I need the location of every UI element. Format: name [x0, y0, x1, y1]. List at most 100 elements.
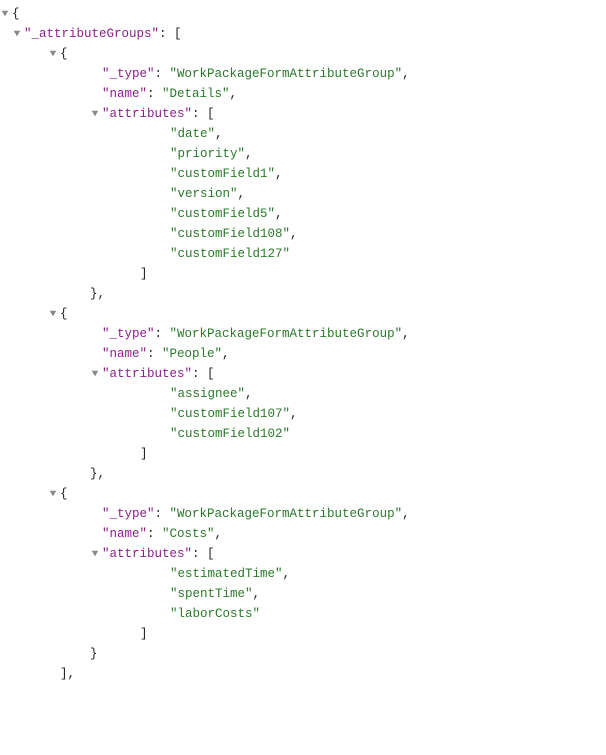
json-line: {: [0, 4, 606, 24]
json-line: "attributes": [: [0, 544, 606, 564]
json-punct: ]: [140, 624, 148, 644]
json-key: "name": [102, 344, 147, 364]
disclosure-triangle-icon[interactable]: [48, 490, 58, 498]
json-line: "name": "Details",: [0, 84, 606, 104]
json-punct: :: [147, 344, 162, 364]
json-punct: }: [90, 464, 98, 484]
json-string: "estimatedTime": [170, 564, 283, 584]
json-line: "_type": "WorkPackageFormAttributeGroup"…: [0, 504, 606, 524]
json-line: {: [0, 484, 606, 504]
json-punct: ,: [98, 284, 106, 304]
json-string: "WorkPackageFormAttributeGroup": [170, 324, 403, 344]
json-line: "customField5",: [0, 204, 606, 224]
json-punct: ,: [245, 144, 253, 164]
json-line: ]: [0, 624, 606, 644]
json-line: "customField127": [0, 244, 606, 264]
json-punct: :: [155, 504, 170, 524]
disclosure-triangle-icon[interactable]: [90, 370, 100, 378]
json-line: },: [0, 464, 606, 484]
json-punct: :: [155, 64, 170, 84]
disclosure-triangle-icon[interactable]: [12, 30, 22, 38]
json-punct: : [: [192, 104, 215, 124]
json-key: "name": [102, 84, 147, 104]
json-punct: ,: [98, 464, 106, 484]
json-string: "version": [170, 184, 238, 204]
json-line: "estimatedTime",: [0, 564, 606, 584]
json-line: "attributes": [: [0, 364, 606, 384]
json-punct: ]: [140, 444, 148, 464]
json-key: "_type": [102, 64, 155, 84]
disclosure-triangle-icon[interactable]: [90, 110, 100, 118]
json-punct: ,: [245, 384, 253, 404]
json-line: "version",: [0, 184, 606, 204]
disclosure-triangle-icon[interactable]: [48, 310, 58, 318]
json-line: {: [0, 44, 606, 64]
json-punct: {: [12, 4, 20, 24]
json-punct: ,: [253, 584, 261, 604]
json-line: "name": "People",: [0, 344, 606, 364]
json-key: "attributes": [102, 364, 192, 384]
json-punct: ,: [290, 404, 298, 424]
json-line: ],: [0, 664, 606, 684]
disclosure-triangle-icon[interactable]: [90, 550, 100, 558]
json-line: ]: [0, 264, 606, 284]
json-punct: ,: [402, 64, 410, 84]
json-key: "attributes": [102, 104, 192, 124]
json-string: "date": [170, 124, 215, 144]
json-string: "customField1": [170, 164, 275, 184]
json-punct: ],: [60, 664, 75, 684]
json-string: "customField102": [170, 424, 290, 444]
json-punct: ,: [230, 84, 238, 104]
json-punct: ]: [140, 264, 148, 284]
json-string: "spentTime": [170, 584, 253, 604]
json-key: "_attributeGroups": [24, 24, 159, 44]
json-line: "_attributeGroups": [: [0, 24, 606, 44]
json-line: "date",: [0, 124, 606, 144]
json-line: "customField107",: [0, 404, 606, 424]
json-string: "WorkPackageFormAttributeGroup": [170, 64, 403, 84]
json-punct: ,: [275, 204, 283, 224]
json-string: "customField107": [170, 404, 290, 424]
json-string: "customField127": [170, 244, 290, 264]
json-string: "customField5": [170, 204, 275, 224]
json-line: "customField102": [0, 424, 606, 444]
json-key: "name": [102, 524, 147, 544]
json-punct: {: [60, 44, 68, 64]
json-string: "People": [162, 344, 222, 364]
json-punct: : [: [192, 364, 215, 384]
json-punct: ,: [275, 164, 283, 184]
json-line: "customField108",: [0, 224, 606, 244]
json-string: "assignee": [170, 384, 245, 404]
json-string: "priority": [170, 144, 245, 164]
json-line: {: [0, 304, 606, 324]
json-key: "attributes": [102, 544, 192, 564]
json-punct: {: [60, 484, 68, 504]
json-line: "name": "Costs",: [0, 524, 606, 544]
json-line: "assignee",: [0, 384, 606, 404]
json-line: }: [0, 644, 606, 664]
json-key: "_type": [102, 504, 155, 524]
json-punct: ,: [215, 124, 223, 144]
json-punct: {: [60, 304, 68, 324]
json-key: "_type": [102, 324, 155, 344]
json-punct: : [: [159, 24, 182, 44]
json-string: "customField108": [170, 224, 290, 244]
json-line: ]: [0, 444, 606, 464]
json-line: "_type": "WorkPackageFormAttributeGroup"…: [0, 64, 606, 84]
json-line: "spentTime",: [0, 584, 606, 604]
json-tree-viewer: {"_attributeGroups": [{"_type": "WorkPac…: [0, 4, 606, 684]
disclosure-triangle-icon[interactable]: [0, 10, 10, 18]
json-line: "_type": "WorkPackageFormAttributeGroup"…: [0, 324, 606, 344]
json-punct: ,: [238, 184, 246, 204]
json-line: "laborCosts": [0, 604, 606, 624]
json-punct: ,: [215, 524, 223, 544]
json-line: "attributes": [: [0, 104, 606, 124]
json-string: "laborCosts": [170, 604, 260, 624]
json-punct: ,: [290, 224, 298, 244]
json-punct: :: [147, 524, 162, 544]
json-line: "customField1",: [0, 164, 606, 184]
json-line: },: [0, 284, 606, 304]
disclosure-triangle-icon[interactable]: [48, 50, 58, 58]
json-punct: }: [90, 284, 98, 304]
json-string: "Costs": [162, 524, 215, 544]
